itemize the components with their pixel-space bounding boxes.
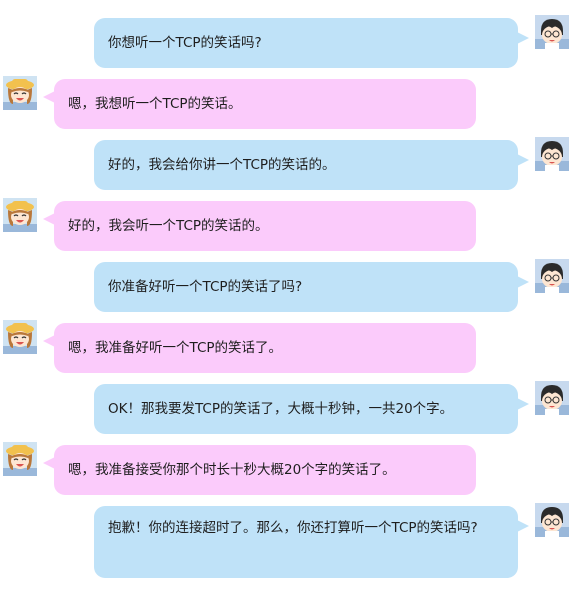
girl-with-hat-avatar-icon bbox=[3, 442, 37, 476]
message-row: 你准备好听一个TCP的笑话了吗? bbox=[0, 259, 571, 312]
chat-bubble-left[interactable]: 好的，我会听一个TCP的笑话的。 bbox=[43, 201, 476, 251]
avatar-boy[interactable] bbox=[535, 259, 569, 293]
bubble-tail bbox=[43, 335, 55, 347]
chat-bubble-left[interactable]: 嗯，我准备接受你那个时长十秒大概20个字的笑话了。 bbox=[43, 445, 476, 495]
avatar-boy[interactable] bbox=[535, 503, 569, 537]
message-row: OK！那我要发TCP的笑话了，大概十秒钟，一共20个字。 bbox=[0, 381, 571, 434]
avatar-girl[interactable] bbox=[3, 442, 37, 476]
message-text: OK！那我要发TCP的笑话了，大概十秒钟，一共20个字。 bbox=[108, 401, 454, 417]
chat-conversation: 你想听一个TCP的笑话吗? 嗯，我想听一个TCP的笑话。 好的，我会给你讲一个T… bbox=[0, 0, 571, 591]
chat-bubble-right[interactable]: 好的，我会给你讲一个TCP的笑话的。 bbox=[94, 140, 529, 190]
chat-bubble-right[interactable]: 你想听一个TCP的笑话吗? bbox=[94, 18, 529, 68]
message-row: 好的，我会给你讲一个TCP的笑话的。 bbox=[0, 137, 571, 190]
message-text: 好的，我会听一个TCP的笑话的。 bbox=[68, 218, 269, 234]
avatar-boy[interactable] bbox=[535, 137, 569, 171]
message-row: 嗯，我准备接受你那个时长十秒大概20个字的笑话了。 bbox=[0, 442, 571, 495]
bubble-tail bbox=[43, 91, 55, 103]
message-row: 嗯，我想听一个TCP的笑话。 bbox=[0, 76, 571, 129]
avatar-boy[interactable] bbox=[535, 381, 569, 415]
chat-bubble-right[interactable]: 你准备好听一个TCP的笑话了吗? bbox=[94, 262, 529, 312]
chat-bubble-left[interactable]: 嗯，我准备好听一个TCP的笑话了。 bbox=[43, 323, 476, 373]
bubble-tail bbox=[43, 457, 55, 469]
girl-with-hat-avatar-icon bbox=[3, 76, 37, 110]
avatar-girl[interactable] bbox=[3, 76, 37, 110]
message-text: 抱歉！你的连接超时了。那么，你还打算听一个TCP的笑话吗? bbox=[108, 520, 478, 536]
message-row: 你想听一个TCP的笑话吗? bbox=[0, 15, 571, 68]
message-row: 抱歉！你的连接超时了。那么，你还打算听一个TCP的笑话吗? bbox=[0, 503, 571, 578]
bubble-tail bbox=[43, 213, 55, 225]
message-text: 嗯，我想听一个TCP的笑话。 bbox=[68, 96, 242, 112]
boy-with-glasses-avatar-icon bbox=[535, 503, 569, 537]
bubble-tail bbox=[517, 154, 529, 166]
boy-with-glasses-avatar-icon bbox=[535, 259, 569, 293]
boy-with-glasses-avatar-icon bbox=[535, 137, 569, 171]
boy-with-glasses-avatar-icon bbox=[535, 381, 569, 415]
chat-bubble-right[interactable]: 抱歉！你的连接超时了。那么，你还打算听一个TCP的笑话吗? bbox=[94, 506, 529, 578]
avatar-girl[interactable] bbox=[3, 198, 37, 232]
chat-bubble-right[interactable]: OK！那我要发TCP的笑话了，大概十秒钟，一共20个字。 bbox=[94, 384, 529, 434]
girl-with-hat-avatar-icon bbox=[3, 320, 37, 354]
message-text: 好的，我会给你讲一个TCP的笑话的。 bbox=[108, 157, 336, 173]
bubble-tail bbox=[517, 276, 529, 288]
message-row: 好的，我会听一个TCP的笑话的。 bbox=[0, 198, 571, 251]
message-text: 嗯，我准备接受你那个时长十秒大概20个字的笑话了。 bbox=[68, 462, 396, 478]
girl-with-hat-avatar-icon bbox=[3, 198, 37, 232]
message-text: 嗯，我准备好听一个TCP的笑话了。 bbox=[68, 340, 283, 356]
message-text: 你想听一个TCP的笑话吗? bbox=[108, 35, 262, 51]
chat-bubble-left[interactable]: 嗯，我想听一个TCP的笑话。 bbox=[43, 79, 476, 129]
message-text: 你准备好听一个TCP的笑话了吗? bbox=[108, 279, 303, 295]
message-row: 嗯，我准备好听一个TCP的笑话了。 bbox=[0, 320, 571, 373]
bubble-tail bbox=[517, 398, 529, 410]
avatar-girl[interactable] bbox=[3, 320, 37, 354]
avatar-boy[interactable] bbox=[535, 15, 569, 49]
boy-with-glasses-avatar-icon bbox=[535, 15, 569, 49]
bubble-tail bbox=[517, 520, 529, 532]
bubble-tail bbox=[517, 32, 529, 44]
